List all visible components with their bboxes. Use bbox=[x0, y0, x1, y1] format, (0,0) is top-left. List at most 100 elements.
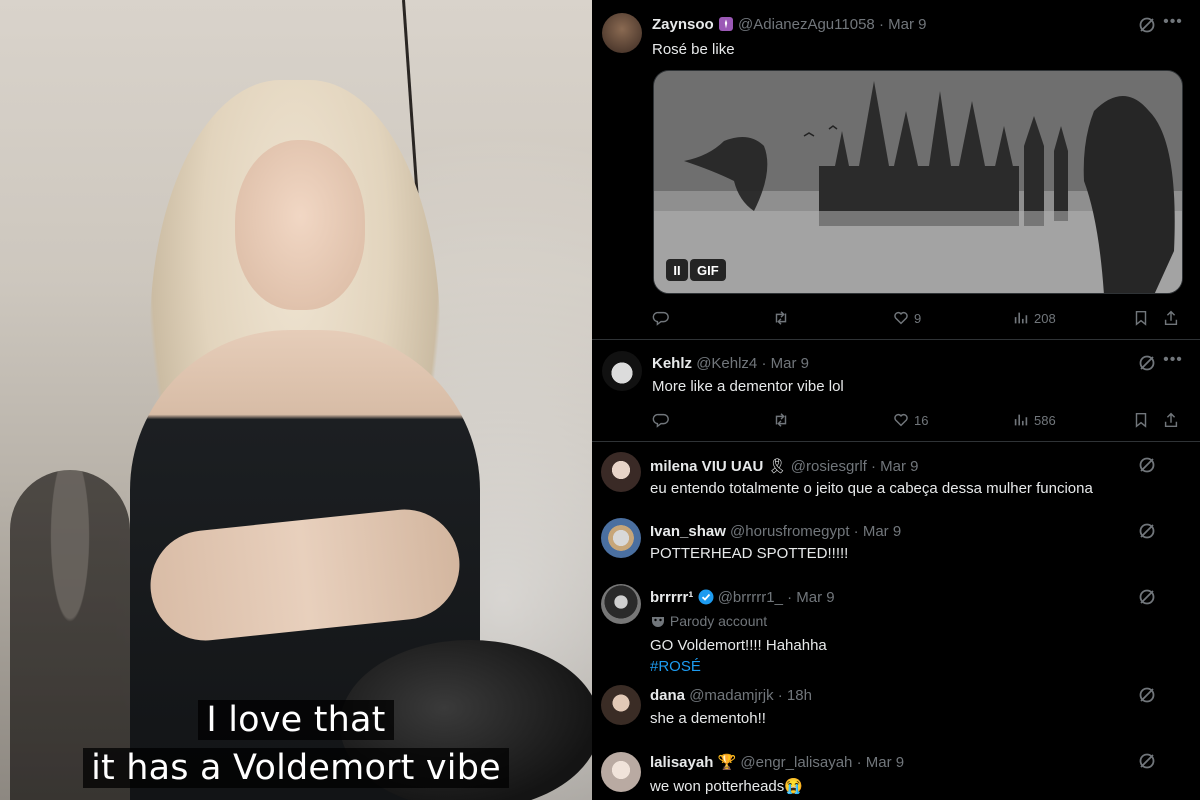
like-button[interactable]: 9 bbox=[892, 308, 921, 328]
share-icon bbox=[1164, 310, 1178, 326]
tweet-date[interactable]: · Mar 9 bbox=[854, 523, 902, 540]
reply-icon bbox=[652, 311, 669, 326]
grok-icon[interactable] bbox=[1137, 455, 1157, 475]
verified-icon bbox=[698, 589, 714, 605]
grok-icon[interactable] bbox=[1137, 587, 1157, 607]
reply-button[interactable] bbox=[652, 308, 670, 328]
author-handle[interactable]: @madamjrjk bbox=[689, 687, 773, 704]
like-icon bbox=[894, 311, 908, 325]
tweet-text: More like a dementor vibe lol bbox=[652, 378, 844, 395]
share-button[interactable] bbox=[1162, 308, 1180, 328]
tweet-text: eu entendo totalmente o jeito que a cabe… bbox=[650, 480, 1093, 497]
bookmark-icon bbox=[1135, 412, 1147, 428]
avatar[interactable] bbox=[601, 584, 641, 624]
name-suffix: ¹ bbox=[688, 589, 694, 606]
tweet-brrrrr[interactable]: brrrrr¹ @brrrrr1_ · Mar 9 Parody account… bbox=[592, 574, 1200, 678]
author-name[interactable]: milena VIU UAU bbox=[650, 458, 763, 475]
tweet-date[interactable]: · Mar 9 bbox=[761, 355, 809, 372]
tweet-text: we won potterheads😭 bbox=[650, 778, 803, 795]
tweet-date[interactable]: · Mar 9 bbox=[871, 458, 919, 475]
author-name[interactable]: Kehlz bbox=[652, 355, 692, 372]
views-icon bbox=[1014, 414, 1028, 426]
avatar[interactable] bbox=[601, 452, 641, 492]
author-handle[interactable]: @brrrrr1_ bbox=[718, 589, 783, 606]
tweet-ivan-shaw[interactable]: Ivan_shaw @horusfromegypt · Mar 9 POTTER… bbox=[592, 508, 1200, 574]
gif-badge: GIF bbox=[690, 259, 726, 281]
reply-button[interactable] bbox=[652, 410, 670, 430]
parody-label: Parody account bbox=[650, 613, 767, 629]
author-handle[interactable]: @Kehlz4 bbox=[696, 355, 757, 372]
grok-icon[interactable] bbox=[1137, 353, 1157, 373]
retweet-icon bbox=[775, 413, 787, 427]
tweet-date[interactable]: · Mar 9 bbox=[787, 589, 835, 606]
like-button[interactable]: 16 bbox=[892, 410, 928, 430]
views-button[interactable]: 586 bbox=[1012, 410, 1056, 430]
gif-controls: II GIF bbox=[666, 259, 726, 281]
bookmark-button[interactable] bbox=[1132, 308, 1150, 328]
views-button[interactable]: 208 bbox=[1012, 308, 1056, 328]
tweet-lalisayah[interactable]: lalisayah 🏆 @engr_lalisayah · Mar 9 we w… bbox=[592, 740, 1200, 800]
grok-icon[interactable] bbox=[1137, 521, 1157, 541]
like-icon bbox=[894, 413, 908, 427]
tweet-actions: 16 586 bbox=[652, 410, 1192, 430]
grok-icon[interactable] bbox=[1137, 15, 1157, 35]
tweet-actions: 9 208 bbox=[652, 308, 1192, 328]
avatar[interactable] bbox=[602, 351, 642, 391]
avatar[interactable] bbox=[601, 752, 641, 792]
bookmark-icon bbox=[1135, 310, 1147, 326]
tweet-date[interactable]: · Mar 9 bbox=[879, 16, 927, 33]
woman-face bbox=[235, 140, 365, 310]
subtitle-line-2: it has a Voldemort vibe bbox=[0, 748, 592, 788]
author-handle[interactable]: @horusfromegypt bbox=[730, 523, 849, 540]
tweet-zaynsoo[interactable]: Zaynsoo @AdianezAgu11058 · Mar 9 ••• Ros… bbox=[592, 0, 1200, 340]
views-icon bbox=[1014, 312, 1028, 324]
hogwarts-castle-image bbox=[654, 71, 1182, 293]
author-name[interactable]: dana bbox=[650, 687, 685, 704]
tweet-date[interactable]: · 18h bbox=[778, 687, 812, 704]
grok-icon[interactable] bbox=[1137, 685, 1157, 705]
trophy-emoji: 🏆 bbox=[717, 754, 737, 771]
gif-media[interactable]: II GIF bbox=[653, 70, 1183, 294]
author-name[interactable]: Zaynsoo bbox=[652, 16, 714, 33]
reply-feed: Zaynsoo @AdianezAgu11058 · Mar 9 ••• Ros… bbox=[592, 0, 1200, 800]
more-icon[interactable]: ••• bbox=[1163, 352, 1183, 373]
tweet-text: she a dementoh!! bbox=[650, 710, 766, 727]
tweet-text: Rosé be like bbox=[652, 41, 735, 58]
tweet-kehlz[interactable]: Kehlz @Kehlz4 · Mar 9 ••• More like a de… bbox=[592, 340, 1200, 442]
avatar[interactable] bbox=[602, 13, 642, 53]
tweet-milena[interactable]: milena VIU UAU 🎗 @rosiesgrlf · Mar 9 eu … bbox=[592, 442, 1200, 508]
like-count: 16 bbox=[914, 412, 929, 428]
author-name[interactable]: Ivan_shaw bbox=[650, 523, 726, 540]
author-name[interactable]: brrrrr bbox=[650, 589, 688, 606]
share-button[interactable] bbox=[1162, 410, 1180, 430]
reply-icon bbox=[652, 413, 669, 428]
share-icon bbox=[1164, 412, 1178, 428]
subtitle-line-1: I love that bbox=[0, 700, 592, 740]
author-handle[interactable]: @engr_lalisayah bbox=[740, 754, 852, 771]
grok-icon[interactable] bbox=[1137, 751, 1157, 771]
retweet-button[interactable] bbox=[772, 410, 790, 430]
mask-icon bbox=[652, 617, 664, 627]
avatar[interactable] bbox=[601, 518, 641, 558]
tweet-text: POTTERHEAD SPOTTED!!!!! bbox=[650, 545, 849, 562]
author-name[interactable]: lalisayah bbox=[650, 754, 713, 771]
badge-icon bbox=[718, 17, 733, 31]
crying-emoji: 😭 bbox=[784, 778, 803, 795]
tweet-date[interactable]: · Mar 9 bbox=[857, 754, 905, 771]
tweet-text: GO Voldemort!!!! Hahahha bbox=[650, 637, 827, 654]
author-handle[interactable]: @rosiesgrlf bbox=[791, 458, 867, 475]
ribbon-emoji: 🎗 bbox=[767, 458, 787, 475]
retweet-icon bbox=[775, 311, 787, 325]
retweet-button[interactable] bbox=[772, 308, 790, 328]
more-icon[interactable]: ••• bbox=[1163, 14, 1183, 35]
tweet-dana[interactable]: dana @madamjrjk · 18h she a dementoh!! bbox=[592, 678, 1200, 736]
author-handle[interactable]: @AdianezAgu11058 bbox=[738, 16, 875, 33]
view-count: 586 bbox=[1034, 412, 1056, 428]
avatar[interactable] bbox=[601, 685, 641, 725]
video-frame: I love that it has a Voldemort vibe bbox=[0, 0, 592, 800]
view-count: 208 bbox=[1034, 310, 1056, 326]
hashtag-link[interactable]: #ROSÉ bbox=[650, 658, 701, 675]
like-count: 9 bbox=[914, 310, 922, 326]
bookmark-button[interactable] bbox=[1132, 410, 1150, 430]
pause-button[interactable]: II bbox=[666, 259, 688, 281]
